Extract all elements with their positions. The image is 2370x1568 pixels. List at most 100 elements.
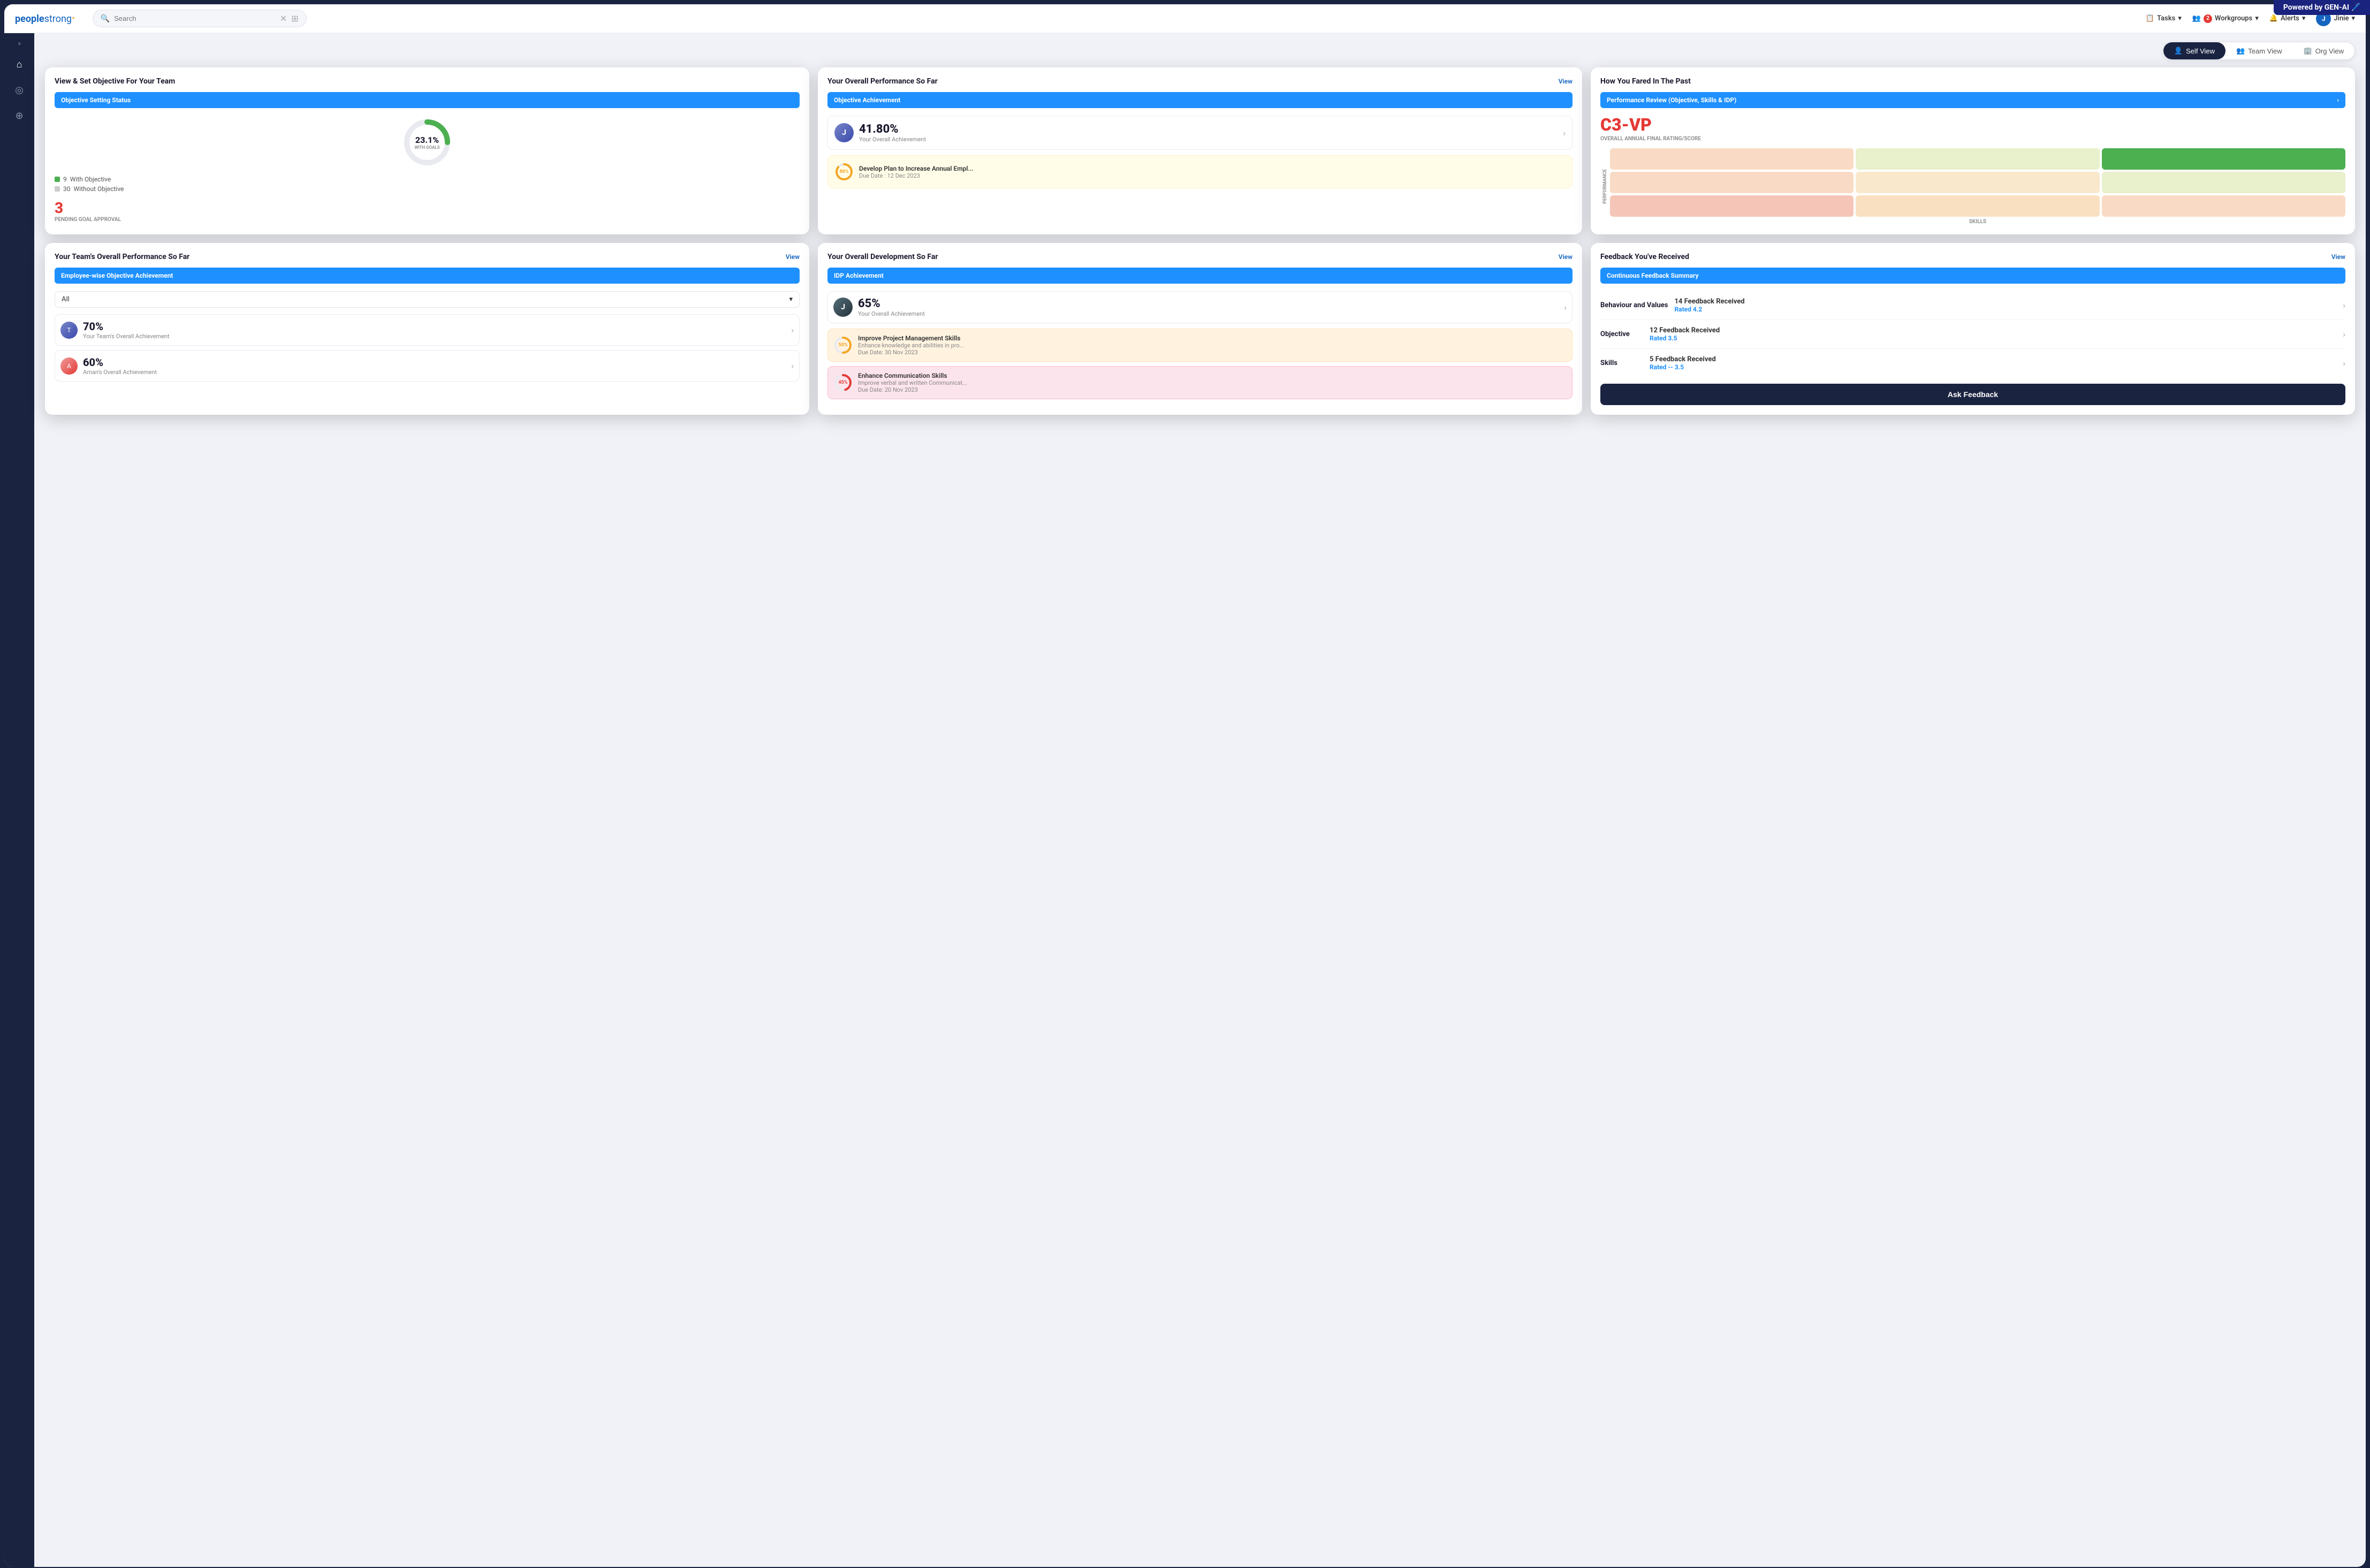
card6-feedback-row2[interactable]: Objective 12 Feedback Received Rated 3.5… — [1600, 320, 2345, 349]
card5-achievement-row[interactable]: J 65% Your Overall Achievement › — [827, 291, 1573, 323]
legend-without: 30 Without Objective — [55, 185, 800, 193]
card6-title: Feedback You've Received View — [1600, 253, 2345, 261]
card2-chevron: › — [1563, 128, 1566, 138]
card6-row3-category: Skills — [1600, 359, 1643, 367]
legend-with-label: With Objective — [70, 176, 111, 183]
card4-filter-chevron: ▾ — [789, 295, 793, 303]
card5-user-avatar: J — [833, 298, 853, 317]
card2-circle-progress: 86% — [834, 162, 854, 181]
sidebar-item-objectives[interactable]: ◎ — [9, 79, 30, 101]
card4-filter[interactable]: All ▾ — [55, 291, 800, 308]
card6-row1-chevron: › — [2343, 300, 2345, 310]
workgroups-label: Workgroups — [2215, 14, 2252, 22]
legend-without-count: 30 — [63, 185, 71, 193]
workgroups-badge: 2 — [2204, 14, 2212, 23]
card3-review-bar[interactable]: Performance Review (Objective, Skills & … — [1600, 92, 2345, 108]
card4-member2-avatar: A — [60, 357, 78, 375]
card-objectives-set: View & Set Objective For Your Team Objec… — [45, 67, 809, 234]
matrix-cell-7 — [1610, 195, 1854, 217]
card4-member2-info: 60% Aman's Overall Achievement — [83, 356, 157, 376]
card1-section-bar: Objective Setting Status — [55, 92, 800, 108]
workgroups-chevron: ▾ — [2255, 14, 2259, 22]
matrix-cell-3-active — [2102, 148, 2345, 170]
card5-achievement-info: 65% Your Overall Achievement — [858, 297, 925, 317]
card6-section-bar: Continuous Feedback Summary — [1600, 268, 2345, 284]
pending-label: PENDING GOAL APPROVAL — [55, 217, 800, 223]
user-chevron: ▾ — [2351, 14, 2355, 22]
card5-skill2-row: 45% Enhance Communication Skills Improve… — [827, 366, 1573, 399]
card4-view-link[interactable]: View — [786, 253, 800, 261]
card-idp: Your Overall Development So Far View IDP… — [818, 243, 1582, 415]
team-view-label: Team View — [2248, 47, 2282, 55]
card2-view-link[interactable]: View — [1559, 78, 1573, 85]
card3-title: How You Fared In The Past — [1600, 77, 2345, 86]
pending-number: 3 — [55, 199, 800, 217]
bottom-cards-grid: Your Team's Overall Performance So Far V… — [45, 243, 2355, 415]
search-input[interactable] — [114, 14, 276, 22]
card2-title-text: Your Overall Performance So Far — [827, 77, 938, 86]
card6-row2-category: Objective — [1600, 330, 1643, 338]
card2-title: Your Overall Performance So Far View — [827, 77, 1573, 86]
card6-row3-count: 5 Feedback Received — [1650, 355, 2343, 363]
card6-view-link[interactable]: View — [2331, 253, 2345, 261]
alerts-chevron: ▾ — [2302, 14, 2306, 22]
search-bar[interactable]: 🔍 ✕ ⊞ — [93, 10, 307, 27]
nav-workgroups[interactable]: 👥 2 Workgroups ▾ — [2192, 14, 2259, 23]
card2-goal-item: 86% Develop Plan to Increase Annual Empl… — [827, 155, 1573, 188]
card5-skill2-info: Enhance Communication Skills Improve ver… — [858, 372, 967, 393]
legend: 9 With Objective 30 Without Objective — [55, 176, 800, 193]
card6-row3-detail: 5 Feedback Received Rated -- 3.5 — [1650, 355, 2343, 371]
self-view-btn[interactable]: 👤 Self View — [2163, 42, 2225, 59]
card-feedback: Feedback You've Received View Continuous… — [1591, 243, 2355, 415]
card6-feedback-row1[interactable]: Behaviour and Values 14 Feedback Receive… — [1600, 291, 2345, 320]
logo-text-regular: people — [15, 13, 44, 25]
card2-goal-date: Due Date : 12 Dec 2023 — [859, 172, 974, 179]
tasks-label: Tasks — [2157, 14, 2175, 22]
sidebar-expand-btn[interactable]: » — [18, 40, 21, 47]
nav-tasks[interactable]: 📋 Tasks ▾ — [2146, 14, 2182, 22]
filter-icon[interactable]: ⊞ — [291, 13, 298, 24]
card3-matrix-grid: PERFORMANCE — [1600, 148, 2345, 225]
self-view-label: Self View — [2186, 47, 2215, 55]
card6-section-label: Continuous Feedback Summary — [1607, 272, 1699, 279]
card2-goal-info: Develop Plan to Increase Annual Empl... … — [859, 165, 974, 179]
card4-member1-sub: Your Team's Overall Achievement — [83, 333, 170, 340]
nav-alerts[interactable]: 🔔 Alerts ▾ — [2269, 14, 2306, 22]
tasks-chevron: ▾ — [2178, 14, 2182, 22]
card5-skill1-date: Due Date: 30 Nov 2023 — [858, 349, 964, 356]
card2-achievement-left: J 41.80% Your Overall Achievement — [834, 123, 926, 143]
legend-with: 9 With Objective — [55, 176, 800, 183]
card-overall-performance: Your Overall Performance So Far View Obj… — [818, 67, 1582, 234]
card3-rating-score: C3-VP — [1600, 115, 2345, 135]
card6-row1-count: 14 Feedback Received — [1674, 298, 2343, 306]
card5-section-bar: IDP Achievement — [827, 268, 1573, 284]
logo: peoplestrong· — [15, 12, 75, 25]
self-view-icon: 👤 — [2174, 47, 2183, 55]
donut-container: 23.1% WITH GOALS — [55, 116, 800, 169]
card5-view-link[interactable]: View — [1559, 253, 1573, 261]
card2-achievement-item[interactable]: J 41.80% Your Overall Achievement › — [827, 116, 1573, 150]
card6-row2-count: 12 Feedback Received — [1650, 326, 2343, 334]
card4-member1-row[interactable]: T 70% Your Team's Overall Achievement › — [55, 314, 800, 346]
card4-title-text: Your Team's Overall Performance So Far — [55, 253, 189, 261]
sidebar: » ⌂ ◎ ⊕ — [4, 33, 34, 1567]
org-view-btn[interactable]: 🏢 Org View — [2293, 42, 2354, 59]
card2-goal-title: Develop Plan to Increase Annual Empl... — [859, 165, 974, 172]
team-view-icon: 👥 — [2236, 47, 2245, 55]
team-view-btn[interactable]: 👥 Team View — [2225, 42, 2293, 59]
matrix-cell-4 — [1610, 172, 1854, 193]
card5-skill1-desc: Enhance knowledge and abilities in pro..… — [858, 342, 964, 349]
card4-member1-chevron: › — [791, 325, 794, 335]
sidebar-item-team[interactable]: ⊕ — [9, 105, 30, 126]
card5-skill1-row: 50% Improve Project Management Skills En… — [827, 329, 1573, 362]
card6-title-text: Feedback You've Received — [1600, 253, 1689, 261]
card6-row1-detail: 14 Feedback Received Rated 4.2 — [1674, 298, 2343, 313]
card4-member2-row[interactable]: A 60% Aman's Overall Achievement › — [55, 350, 800, 382]
card2-user-avatar: J — [834, 123, 854, 142]
card3-review-label: Performance Review (Objective, Skills & … — [1607, 96, 1736, 104]
card6-feedback-row3[interactable]: Skills 5 Feedback Received Rated -- 3.5 … — [1600, 349, 2345, 377]
ask-feedback-button[interactable]: Ask Feedback — [1600, 384, 2345, 405]
matrix-cell-5 — [1856, 172, 2099, 193]
card1-title: View & Set Objective For Your Team — [55, 77, 800, 86]
sidebar-item-home[interactable]: ⌂ — [9, 54, 30, 75]
